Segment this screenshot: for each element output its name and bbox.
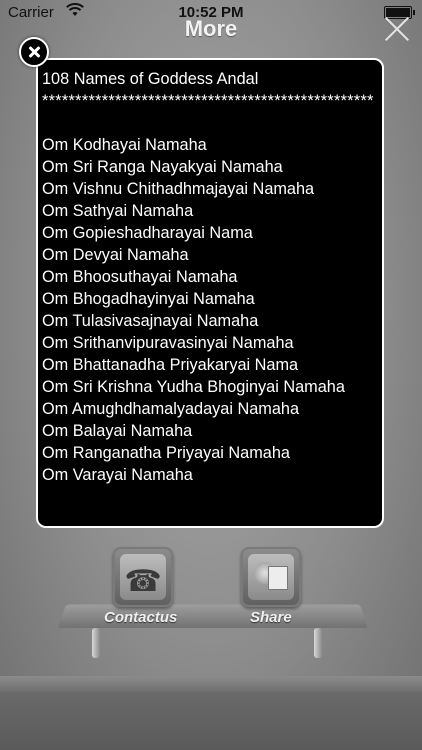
name-item: Om Tulasivasajnayai Namaha [42,312,259,330]
page-title: More [184,16,238,41]
names-popup[interactable]: 108 Names of Goddess Andal *************… [36,58,384,528]
close-icon[interactable] [19,37,49,67]
contactus-button[interactable] [113,547,173,607]
name-item: Om Kodhayai Namaha [42,136,207,154]
name-item: Om Amughdhamalyadayai Namaha [42,400,300,418]
name-item: Om Vishnu Chithadhmajayai Namaha [42,180,315,198]
popup-title: 108 Names of Goddess Andal [42,70,259,88]
name-item: Om Sathyai Namaha [42,202,194,220]
phone-icon [120,554,166,600]
name-item: Om Bhoosuthayai Namaha [42,268,238,286]
name-item: Om Bhattanadha Priyakaryai Nama [42,356,299,374]
shelf-leg-left [92,628,100,658]
name-item: Om Ranganatha Priyayai Namaha [42,444,290,462]
name-item: Om Gopieshadharayai Nama [42,224,253,242]
name-item: Om Devyai Namaha [42,246,189,264]
name-item: Om Balayai Namaha [42,422,193,440]
name-item: Om Bhogadhayinyai Namaha [42,290,255,308]
floor-background [0,676,422,750]
share-button[interactable] [241,547,301,607]
name-item: Om Varayai Namaha [42,466,193,484]
contactus-label[interactable]: Contactus [104,609,177,626]
names-text: 108 Names of Goddess Andal *************… [42,68,376,486]
name-item: Om Sri Ranga Nayakyai Namaha [42,158,283,176]
name-item: Om Sri Krishna Yudha Bhoginyai Namaha [42,378,345,396]
share-label[interactable]: Share [250,609,292,626]
name-item: Om Srithanvipuravasinyai Namaha [42,334,294,352]
share-icon [248,554,294,600]
shelf-leg-right [314,628,322,658]
close-icon[interactable] [384,16,410,42]
separator-line: ****************************************… [42,92,374,110]
